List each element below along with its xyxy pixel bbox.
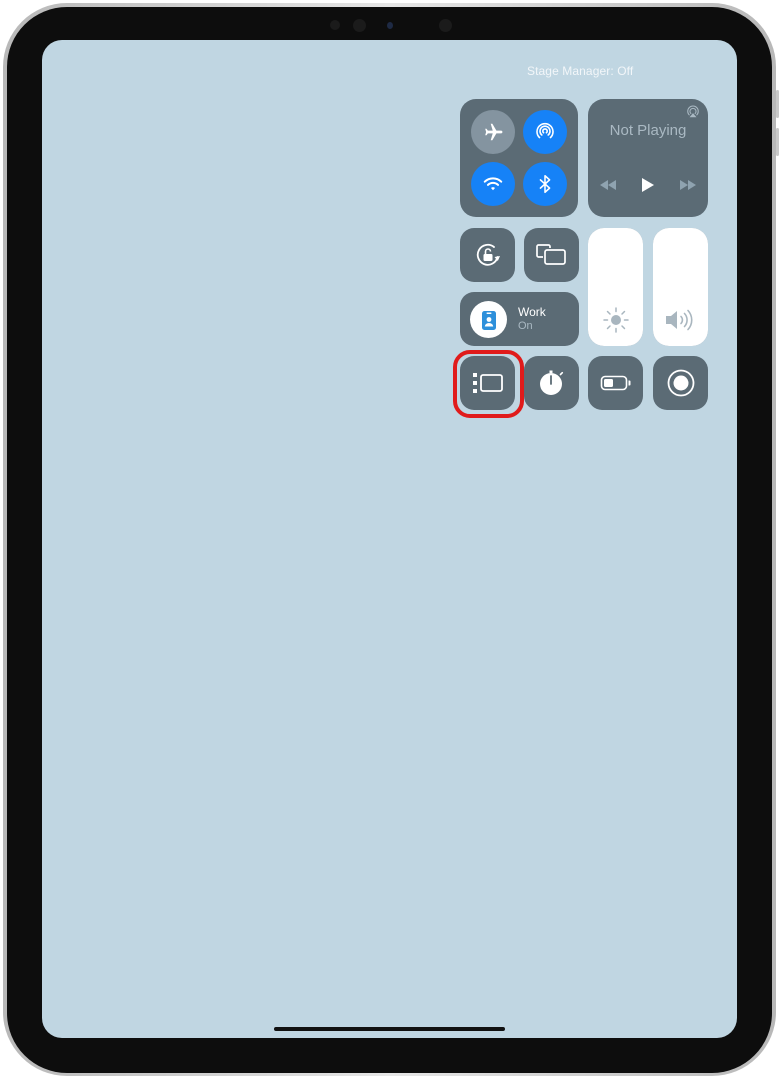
focus-mode-label: Work (518, 305, 546, 319)
home-screen: Stage Manager: Off Not Playing Work On (42, 40, 737, 1038)
sensor-dot (330, 20, 340, 30)
focus-state-label: On (518, 320, 533, 332)
airdrop-icon (536, 122, 554, 139)
rotation-lock-button[interactable] (460, 228, 515, 282)
airplay-icon[interactable] (686, 105, 700, 119)
low-power-mode-button[interactable] (588, 356, 643, 410)
wifi-icon (483, 177, 503, 191)
speaker-icon (666, 309, 693, 331)
screen-recording-button[interactable] (653, 356, 708, 410)
rewind-icon[interactable] (599, 179, 617, 191)
screen-mirroring-button[interactable] (524, 228, 579, 282)
front-camera (387, 22, 393, 29)
airdrop-toggle[interactable] (523, 110, 567, 154)
bluetooth-toggle[interactable] (523, 162, 567, 206)
work-badge-icon (481, 310, 496, 330)
screen-mirroring-icon (535, 244, 566, 265)
fast-forward-icon[interactable] (679, 179, 697, 191)
sun-icon (603, 307, 629, 333)
focus-work-button[interactable]: Work On (460, 292, 579, 346)
timer-button[interactable] (524, 356, 579, 410)
sensor-dot (353, 19, 366, 32)
focus-icon-circle (470, 301, 507, 338)
volume-slider[interactable] (653, 228, 708, 346)
now-playing-module[interactable]: Not Playing (588, 99, 708, 217)
airplane-mode-toggle[interactable] (471, 110, 515, 154)
battery-icon (600, 375, 630, 391)
record-icon (667, 369, 694, 397)
connectivity-module (460, 99, 578, 217)
rotation-lock-icon (476, 243, 500, 266)
stage-manager-status-label: Stage Manager: Off (527, 64, 634, 78)
now-playing-title: Not Playing (609, 122, 687, 139)
volume-down-button (776, 128, 779, 156)
wifi-toggle[interactable] (471, 162, 515, 206)
brightness-slider[interactable] (588, 228, 643, 346)
stage-manager-highlight-ring (453, 350, 524, 418)
bluetooth-icon (539, 174, 551, 194)
airplane-icon (485, 123, 503, 141)
sensor-dot (439, 19, 452, 32)
home-indicator[interactable] (274, 1027, 505, 1031)
volume-up-button (776, 90, 779, 118)
stopwatch-icon (539, 370, 563, 395)
play-icon[interactable] (641, 177, 655, 193)
